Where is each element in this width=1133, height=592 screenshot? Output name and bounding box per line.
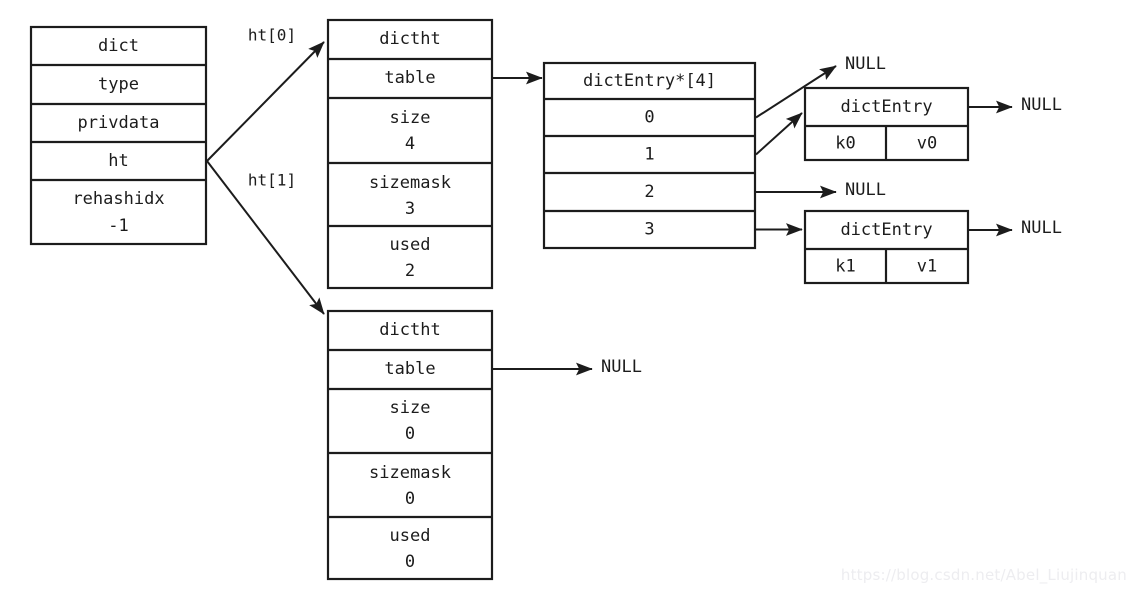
bucket-array-header-label: dictEntry*[4] — [583, 71, 716, 91]
bucket-slot-2-index: 2 — [644, 182, 654, 202]
ht0-header-label: dictht — [379, 29, 440, 49]
dict-entry-0-value-label: v0 — [917, 134, 937, 154]
ht1-field-table-label: table — [384, 359, 435, 379]
dict-field-rehashidx-value: -1 — [108, 216, 128, 236]
bucket-slot-2-null-label: NULL — [845, 180, 886, 200]
ht1-field-used-label: used — [390, 526, 431, 546]
ht0-pointer-label: ht[0] — [248, 26, 296, 45]
bucket-slot-0-null-label: NULL — [845, 54, 886, 74]
ht1-field-used-value: 0 — [405, 552, 415, 572]
ht0-field-size-value: 4 — [405, 134, 415, 154]
dict-entry-0-next-null-label: NULL — [1021, 95, 1062, 115]
ht0-field-sizemask-value: 3 — [405, 199, 415, 219]
ht1-field-size-value: 0 — [405, 424, 415, 444]
ht1-field-size-label: size — [390, 398, 431, 418]
ht0-pointer-arrow — [206, 41, 325, 162]
dict-field-rehashidx-label: rehashidx — [72, 189, 164, 209]
bucket-slot-0-index: 0 — [644, 108, 654, 128]
ht0-field-sizemask-label: sizemask — [369, 173, 451, 193]
ht1-table-null-label: NULL — [601, 357, 642, 377]
ht1-field-sizemask-value: 0 — [405, 489, 415, 509]
bucket-slot-1-index: 1 — [644, 145, 654, 165]
dict-structure-diagram: dict type privdata ht rehashidx -1 ht[0]… — [0, 0, 1133, 592]
diagram-canvas: dict type privdata ht rehashidx -1 ht[0]… — [29, 18, 1062, 581]
dict-field-type-label: type — [98, 75, 139, 95]
ht1-header-label: dictht — [379, 320, 440, 340]
dict-entry-0-box: dictEntry k0 v0 — [803, 86, 970, 162]
ht0-field-size-label: size — [390, 108, 431, 128]
dict-entry-1-value-label: v1 — [917, 257, 937, 277]
dict-field-ht-label: ht — [108, 151, 128, 171]
dict-entry-1-key-label: k1 — [835, 257, 855, 277]
bucket-array-box: dictEntry*[4] 0 1 2 3 — [542, 61, 757, 250]
bucket-slot-3-index: 3 — [644, 220, 654, 240]
ht1-dictht-box: dictht table size 0 sizemask 0 used 0 — [326, 309, 494, 581]
dict-header-label: dict — [98, 36, 139, 56]
ht0-field-used-value: 2 — [405, 261, 415, 281]
dict-struct-box: dict type privdata ht rehashidx -1 — [29, 25, 208, 246]
dict-field-privdata-label: privdata — [78, 113, 160, 133]
ht1-pointer-label: ht[1] — [248, 171, 296, 190]
dict-entry-0-key-label: k0 — [835, 134, 855, 154]
dict-entry-1-box: dictEntry k1 v1 — [803, 209, 970, 285]
dict-entry-0-header-label: dictEntry — [840, 97, 932, 117]
dict-entry-1-header-label: dictEntry — [840, 220, 932, 240]
ht1-field-sizemask-label: sizemask — [369, 463, 451, 483]
dict-entry-1-next-null-label: NULL — [1021, 218, 1062, 238]
ht0-field-used-label: used — [390, 235, 431, 255]
ht0-dictht-box: dictht table size 4 sizemask 3 used 2 — [326, 18, 494, 290]
bucket-slot-1-to-entry0-arrow — [755, 112, 803, 156]
ht0-field-table-label: table — [384, 68, 435, 88]
watermark-text: https://blog.csdn.net/Abel_Liujinquan — [840, 566, 1127, 584]
